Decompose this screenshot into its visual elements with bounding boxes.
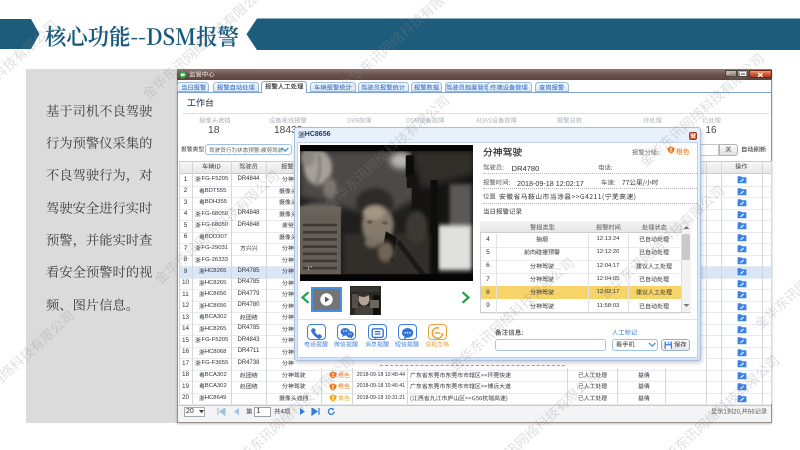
svg-text:1*: 1*: [306, 266, 312, 272]
